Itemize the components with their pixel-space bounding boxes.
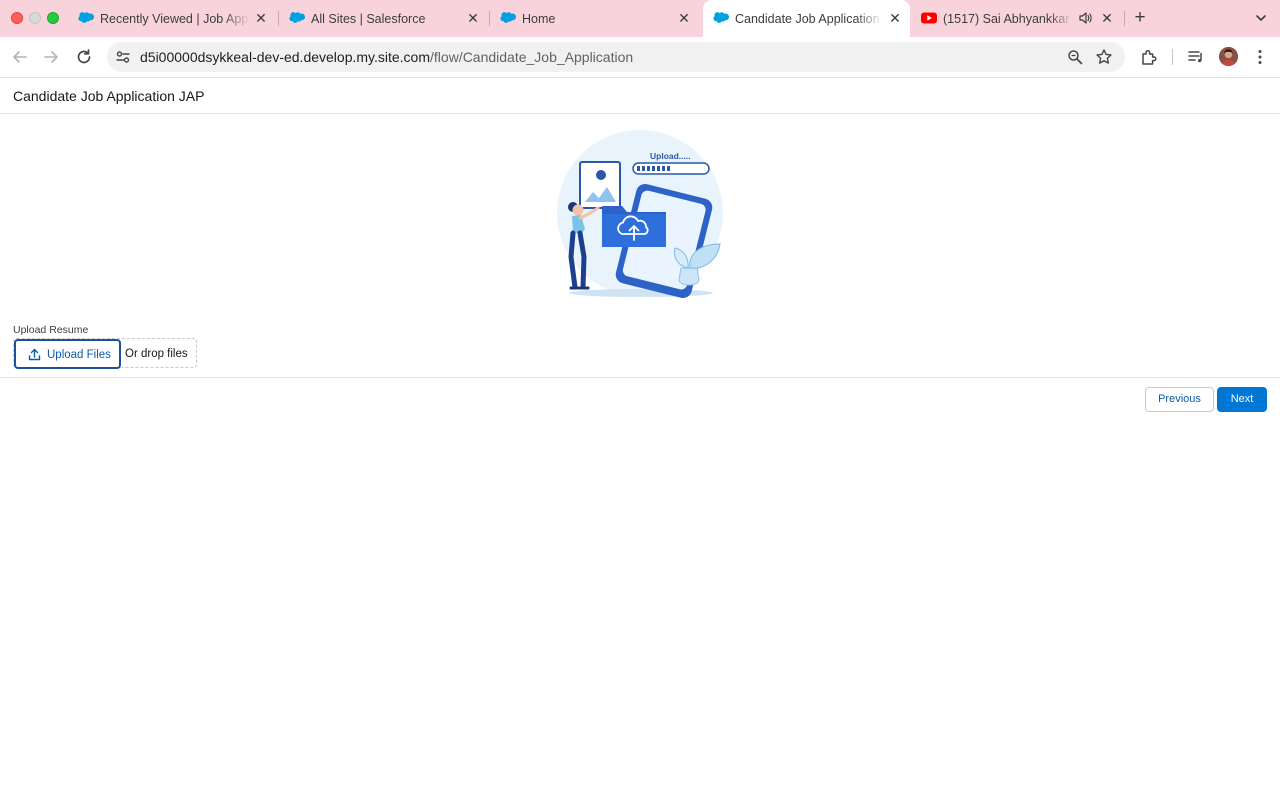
salesforce-cloud-icon — [500, 12, 516, 23]
extensions-puzzle-icon[interactable] — [1140, 48, 1158, 66]
tab-title: Recently Viewed | Job Applications | Sal… — [100, 12, 250, 26]
browser-tab-candidate-job-application[interactable]: Candidate Job Application JAP ✕ — [703, 0, 910, 37]
chevron-down-icon[interactable] — [1253, 10, 1269, 26]
browser-tab-home[interactable]: Home ✕ — [490, 0, 701, 37]
back-arrow-icon[interactable] — [10, 47, 30, 67]
upload-files-label: Upload Files — [47, 349, 111, 361]
close-tab-icon[interactable]: ✕ — [465, 10, 481, 26]
minimize-window-button[interactable] — [29, 12, 41, 24]
upload-files-button[interactable]: Upload Files — [14, 339, 121, 369]
page-header: Candidate Job Application JAP — [0, 78, 1280, 114]
bookmark-star-icon[interactable] — [1095, 48, 1113, 66]
drop-files-text: Or drop files — [125, 348, 188, 360]
more-vertical-icon[interactable] — [1251, 48, 1269, 66]
reload-icon[interactable] — [74, 47, 94, 67]
tab-separator — [1124, 11, 1125, 26]
youtube-icon — [921, 12, 937, 24]
page-title: Candidate Job Application JAP — [13, 88, 205, 104]
browser-tab-strip: Recently Viewed | Job Applications | Sal… — [0, 0, 1280, 37]
tab-title: Home — [522, 12, 556, 26]
upload-progress-caption: Upload..... — [650, 151, 691, 161]
browser-tab-recently-viewed[interactable]: Recently Viewed | Job Applications | Sal… — [68, 0, 278, 37]
tab-title: (1517) Sai Abhyankkar - Aasa Kooda — [943, 12, 1073, 26]
file-drop-zone[interactable]: Upload Files Or drop files — [13, 338, 197, 369]
forward-arrow-icon[interactable] — [41, 47, 61, 67]
url-text: d5i00000dsykkeal-dev-ed.develop.my.site.… — [140, 49, 633, 65]
zoom-icon[interactable] — [1067, 49, 1083, 65]
salesforce-cloud-icon — [713, 12, 729, 23]
close-tab-icon[interactable]: ✕ — [676, 10, 692, 26]
browser-tab-all-sites[interactable]: All Sites | Salesforce ✕ — [279, 0, 489, 37]
footer-divider — [0, 377, 1280, 378]
tab-title: Candidate Job Application JAP — [735, 12, 883, 26]
close-tab-icon[interactable]: ✕ — [887, 10, 903, 26]
upload-illustration: Upload..... — [557, 130, 723, 298]
maximize-window-button[interactable] — [47, 12, 59, 24]
salesforce-cloud-icon — [289, 12, 305, 23]
upload-resume-label: Upload Resume — [13, 324, 89, 336]
close-window-button[interactable] — [11, 12, 23, 24]
next-button[interactable]: Next — [1217, 387, 1267, 412]
previous-button[interactable]: Previous — [1145, 387, 1214, 412]
url-host: d5i00000dsykkeal-dev-ed.develop.my.site.… — [140, 49, 431, 65]
toolbar-separator — [1172, 49, 1173, 65]
url-path: /flow/Candidate_Job_Application — [430, 49, 634, 65]
salesforce-cloud-icon — [78, 12, 94, 23]
close-tab-icon[interactable]: ✕ — [253, 10, 269, 26]
upload-icon — [28, 348, 41, 361]
avatar-image — [1219, 47, 1238, 66]
new-tab-button[interactable]: + — [1131, 8, 1149, 27]
profile-avatar[interactable] — [1219, 47, 1238, 66]
close-tab-icon[interactable]: ✕ — [1099, 10, 1115, 26]
browser-toolbar: d5i00000dsykkeal-dev-ed.develop.my.site.… — [0, 37, 1280, 78]
address-bar[interactable]: d5i00000dsykkeal-dev-ed.develop.my.site.… — [107, 42, 1125, 72]
site-settings-icon[interactable] — [115, 49, 131, 65]
speaker-icon[interactable] — [1078, 11, 1092, 25]
media-control-icon[interactable] — [1187, 48, 1205, 66]
tab-title: All Sites | Salesforce — [311, 12, 426, 26]
browser-tab-youtube[interactable]: (1517) Sai Abhyankkar - Aasa Kooda ✕ — [911, 0, 1125, 37]
